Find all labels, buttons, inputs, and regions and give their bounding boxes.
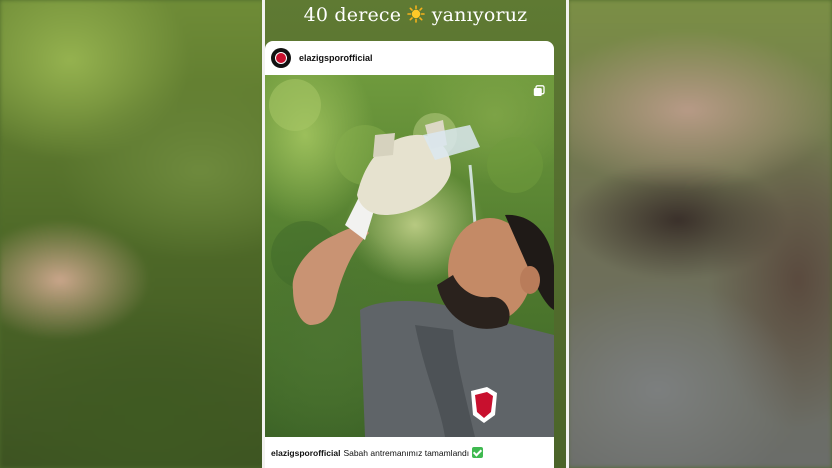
check-mark-icon: [472, 447, 484, 458]
photo-illustration: [269, 79, 554, 437]
sun-icon: [407, 5, 426, 23]
post-caption-username[interactable]: elazigsporofficial: [271, 448, 340, 458]
carousel-icon: [533, 84, 545, 96]
story-caption-text: 40 derece: [303, 4, 402, 26]
club-crest-icon: [275, 52, 287, 64]
blurred-background-left: [0, 0, 264, 468]
story-caption: 40 derece yanıyoruz: [265, 4, 566, 26]
post-username[interactable]: elazigsporofficial: [299, 53, 373, 63]
embedded-post-card[interactable]: elazigsporofficial elazigsporofficial Sa…: [265, 41, 554, 468]
frame-divider-right: [566, 0, 569, 468]
story-frame: 40 derece yanıyoruz elazigsporofficial e…: [265, 0, 566, 468]
post-header: elazigsporofficial: [265, 41, 554, 75]
post-caption: elazigsporofficial Sabah antremanımız ta…: [265, 437, 554, 468]
story-caption-suffix: yanıyoruz: [431, 4, 528, 26]
post-caption-text: Sabah antremanımız tamamlandı: [343, 447, 470, 458]
post-photo[interactable]: [265, 75, 554, 437]
avatar[interactable]: [271, 48, 291, 68]
blurred-background-right: [568, 0, 832, 468]
